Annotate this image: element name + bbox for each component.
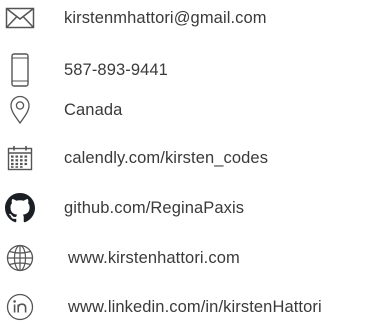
location-pin-icon: [4, 92, 36, 128]
calendar-icon: [4, 140, 36, 176]
contact-github-text[interactable]: github.com/ReginaPaxis: [64, 198, 244, 218]
contact-linkedin-row[interactable]: www.linkedin.com/in/kirstenHattori: [0, 289, 388, 325]
contact-list: kirstenmhattori@gmail.com 587-893-9441 C…: [0, 0, 388, 325]
contact-email-row[interactable]: kirstenmhattori@gmail.com: [0, 0, 388, 36]
envelope-icon: [4, 0, 36, 36]
contact-phone-row[interactable]: 587-893-9441: [0, 52, 388, 88]
contact-phone-text[interactable]: 587-893-9441: [64, 60, 168, 80]
contact-github-row[interactable]: github.com/ReginaPaxis: [0, 190, 388, 226]
contact-website-text[interactable]: www.kirstenhattori.com: [68, 248, 240, 268]
contact-calendar-text[interactable]: calendly.com/kirsten_codes: [64, 148, 268, 168]
globe-icon: [4, 240, 36, 276]
contact-location-text: Canada: [64, 101, 123, 119]
contact-email-text[interactable]: kirstenmhattori@gmail.com: [64, 8, 267, 28]
phone-icon: [4, 52, 36, 88]
contact-linkedin-text[interactable]: www.linkedin.com/in/kirstenHattori: [68, 297, 322, 317]
contact-website-row[interactable]: www.kirstenhattori.com: [0, 240, 388, 276]
contact-calendar-row[interactable]: calendly.com/kirsten_codes: [0, 140, 388, 176]
linkedin-icon: [4, 289, 36, 325]
contact-location-row: Canada: [0, 92, 388, 128]
github-icon: [4, 190, 36, 226]
